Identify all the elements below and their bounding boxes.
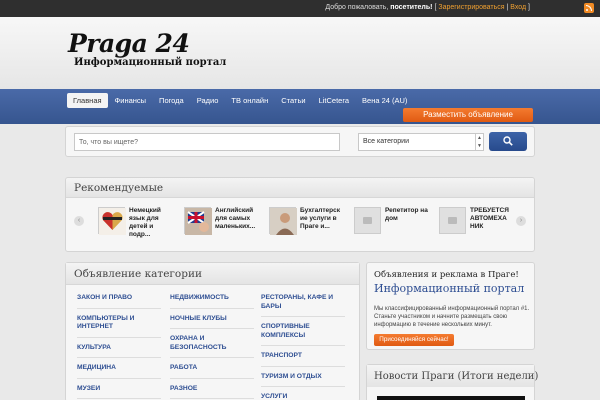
nav-items: Главная Финансы Погода Радио ТВ онлайн Статьи… (67, 93, 414, 108)
categories-column-1: ЗАКОН И ПРАВО КОМПЬЮТЕРЫ И ИНТЕРНЕТ КУЛЬТУ… (77, 293, 161, 400)
featured-item[interactable]: Репетитор на дом (354, 207, 436, 249)
category-link[interactable]: УСЛУГИ (261, 392, 345, 400)
join-now-button[interactable]: Присоединяйся сейчас! (374, 334, 454, 346)
news-title: Новости Праги (Итоги недели) (374, 371, 539, 382)
category-link[interactable]: ОХРАНА И БЕЗОПАСНОСТЬ (170, 334, 254, 358)
featured-item[interactable]: Немецкий язык для детей и подр... (98, 207, 180, 249)
search-icon (503, 136, 513, 146)
uk-flag-child-icon (185, 208, 212, 235)
promo-title: Объявления и реклама в Праге! (374, 270, 519, 280)
welcome-prefix: Добро пожаловать, (325, 4, 389, 11)
category-link[interactable]: РАБОТА (170, 363, 254, 379)
welcome-text: Добро пожаловать, посетитель! [ Зарегист… (325, 4, 530, 11)
prev-arrow-icon[interactable]: ‹ (74, 216, 84, 226)
categories-column-2: НЕДВИЖИМОСТЬ НОЧНЫЕ КЛУБЫ ОХРАНА И БЕЗОПАС… (170, 293, 254, 400)
featured-item-text: Немецкий язык для детей и подр... (129, 207, 161, 238)
nav-item[interactable]: Статьи (275, 93, 311, 108)
category-link[interactable]: РЕСТОРАНЫ, КАФЕ И БАРЫ (261, 293, 345, 317)
site-header: Praga 24 Информационный портал (0, 17, 600, 89)
accountant-photo-icon (270, 208, 297, 235)
nav-item[interactable]: Финансы (109, 93, 153, 108)
category-select-value: Все категории (363, 138, 409, 145)
categories-title: Объявление категории (74, 268, 202, 280)
featured-item[interactable]: ТРЕБУЕТСЯ АВТОМЕХА НИК (439, 207, 521, 249)
category-link[interactable]: НЕДВИЖИМОСТЬ (170, 293, 254, 309)
nav-item[interactable]: Вена 24 (AU) (356, 93, 413, 108)
categories-column-3: РЕСТОРАНЫ, КАФЕ И БАРЫ СПОРТИВНЫЕ КОМПЛЕК… (261, 293, 345, 400)
promo-text: Мы классифицированный информационный пор… (374, 306, 530, 328)
nav-item[interactable]: ТВ онлайн (225, 93, 274, 108)
top-bar: Добро пожаловать, посетитель! [ Зарегист… (0, 0, 600, 17)
category-link[interactable]: ТРАНСПОРТ (261, 351, 345, 367)
categories-section: Объявление категории ЗАКОН И ПРАВО КОМПЬЮ… (65, 262, 360, 400)
category-link[interactable]: МУЗЕИ (77, 384, 161, 399)
placeholder-image-icon (354, 207, 381, 234)
category-link[interactable]: РАЗНОЕ (170, 384, 254, 399)
logo-subtitle: Информационный портал (74, 57, 227, 68)
register-link[interactable]: Зарегистрироваться (438, 4, 504, 11)
category-link[interactable]: МЕДИЦИНА (77, 363, 161, 379)
post-ad-button[interactable]: Разместить объявление (403, 108, 533, 122)
featured-item[interactable]: Бухгалтерск ие услуги в Праге и... (269, 207, 351, 249)
category-link[interactable]: ТУРИЗМ И ОТДЫХ (261, 372, 345, 387)
visitor-label: посетитель! (390, 4, 433, 11)
news-box: Новости Праги (Итоги недели) (366, 364, 539, 400)
category-link[interactable]: ЗАКОН И ПРАВО (77, 293, 161, 309)
nav-item[interactable]: Радио (191, 93, 225, 108)
rss-icon[interactable] (584, 3, 594, 13)
nav-item[interactable]: Погода (153, 93, 190, 108)
featured-item-text: ТРЕБУЕТСЯ АВТОМЕХА НИК (470, 207, 509, 230)
category-link[interactable]: НОЧНЫЕ КЛУБЫ (170, 314, 254, 329)
nav-item[interactable]: Главная (67, 93, 108, 108)
heart-flag-icon (99, 208, 126, 235)
search-button[interactable] (489, 132, 527, 151)
nav-item[interactable]: LitCetera (313, 93, 355, 108)
search-bar: Все категории ▲▼ (65, 126, 535, 157)
category-link[interactable]: КУЛЬТУРА (77, 343, 161, 358)
category-link[interactable]: СПОРТИВНЫЕ КОМПЛЕКСЫ (261, 322, 345, 346)
featured-thumbnail (184, 207, 212, 235)
video-player[interactable] (377, 396, 525, 400)
main-nav: Главная Финансы Погода Радио ТВ онлайн Статьи… (0, 89, 600, 124)
featured-thumbnail (98, 207, 126, 235)
featured-item-text: Репетитор на дом (385, 207, 428, 222)
featured-title: Рекомендуемые (74, 182, 164, 194)
promo-box: Объявления и реклама в Праге! Информацио… (366, 262, 535, 350)
featured-thumbnail (269, 207, 297, 235)
placeholder-image-icon (439, 207, 466, 234)
featured-item-text: Бухгалтерск ие услуги в Праге и... (300, 207, 340, 230)
featured-item[interactable]: Английский для самых маленьких... (184, 207, 266, 249)
search-input[interactable] (74, 133, 340, 151)
promo-subtitle: Информационный портал (374, 282, 525, 295)
category-select[interactable]: Все категории ▲ ▼ (358, 133, 484, 151)
category-link[interactable]: КОМПЬЮТЕРЫ И ИНТЕРНЕТ (77, 314, 161, 338)
featured-item-text: Английский для самых маленьких... (215, 207, 256, 230)
login-link[interactable]: Вход (510, 4, 526, 11)
select-arrows-icon: ▲ ▼ (475, 134, 483, 150)
logo-title[interactable]: Praga 24 (68, 29, 190, 58)
featured-section: Рекомендуемые ‹ › Немецкий язык для дете… (65, 177, 535, 252)
